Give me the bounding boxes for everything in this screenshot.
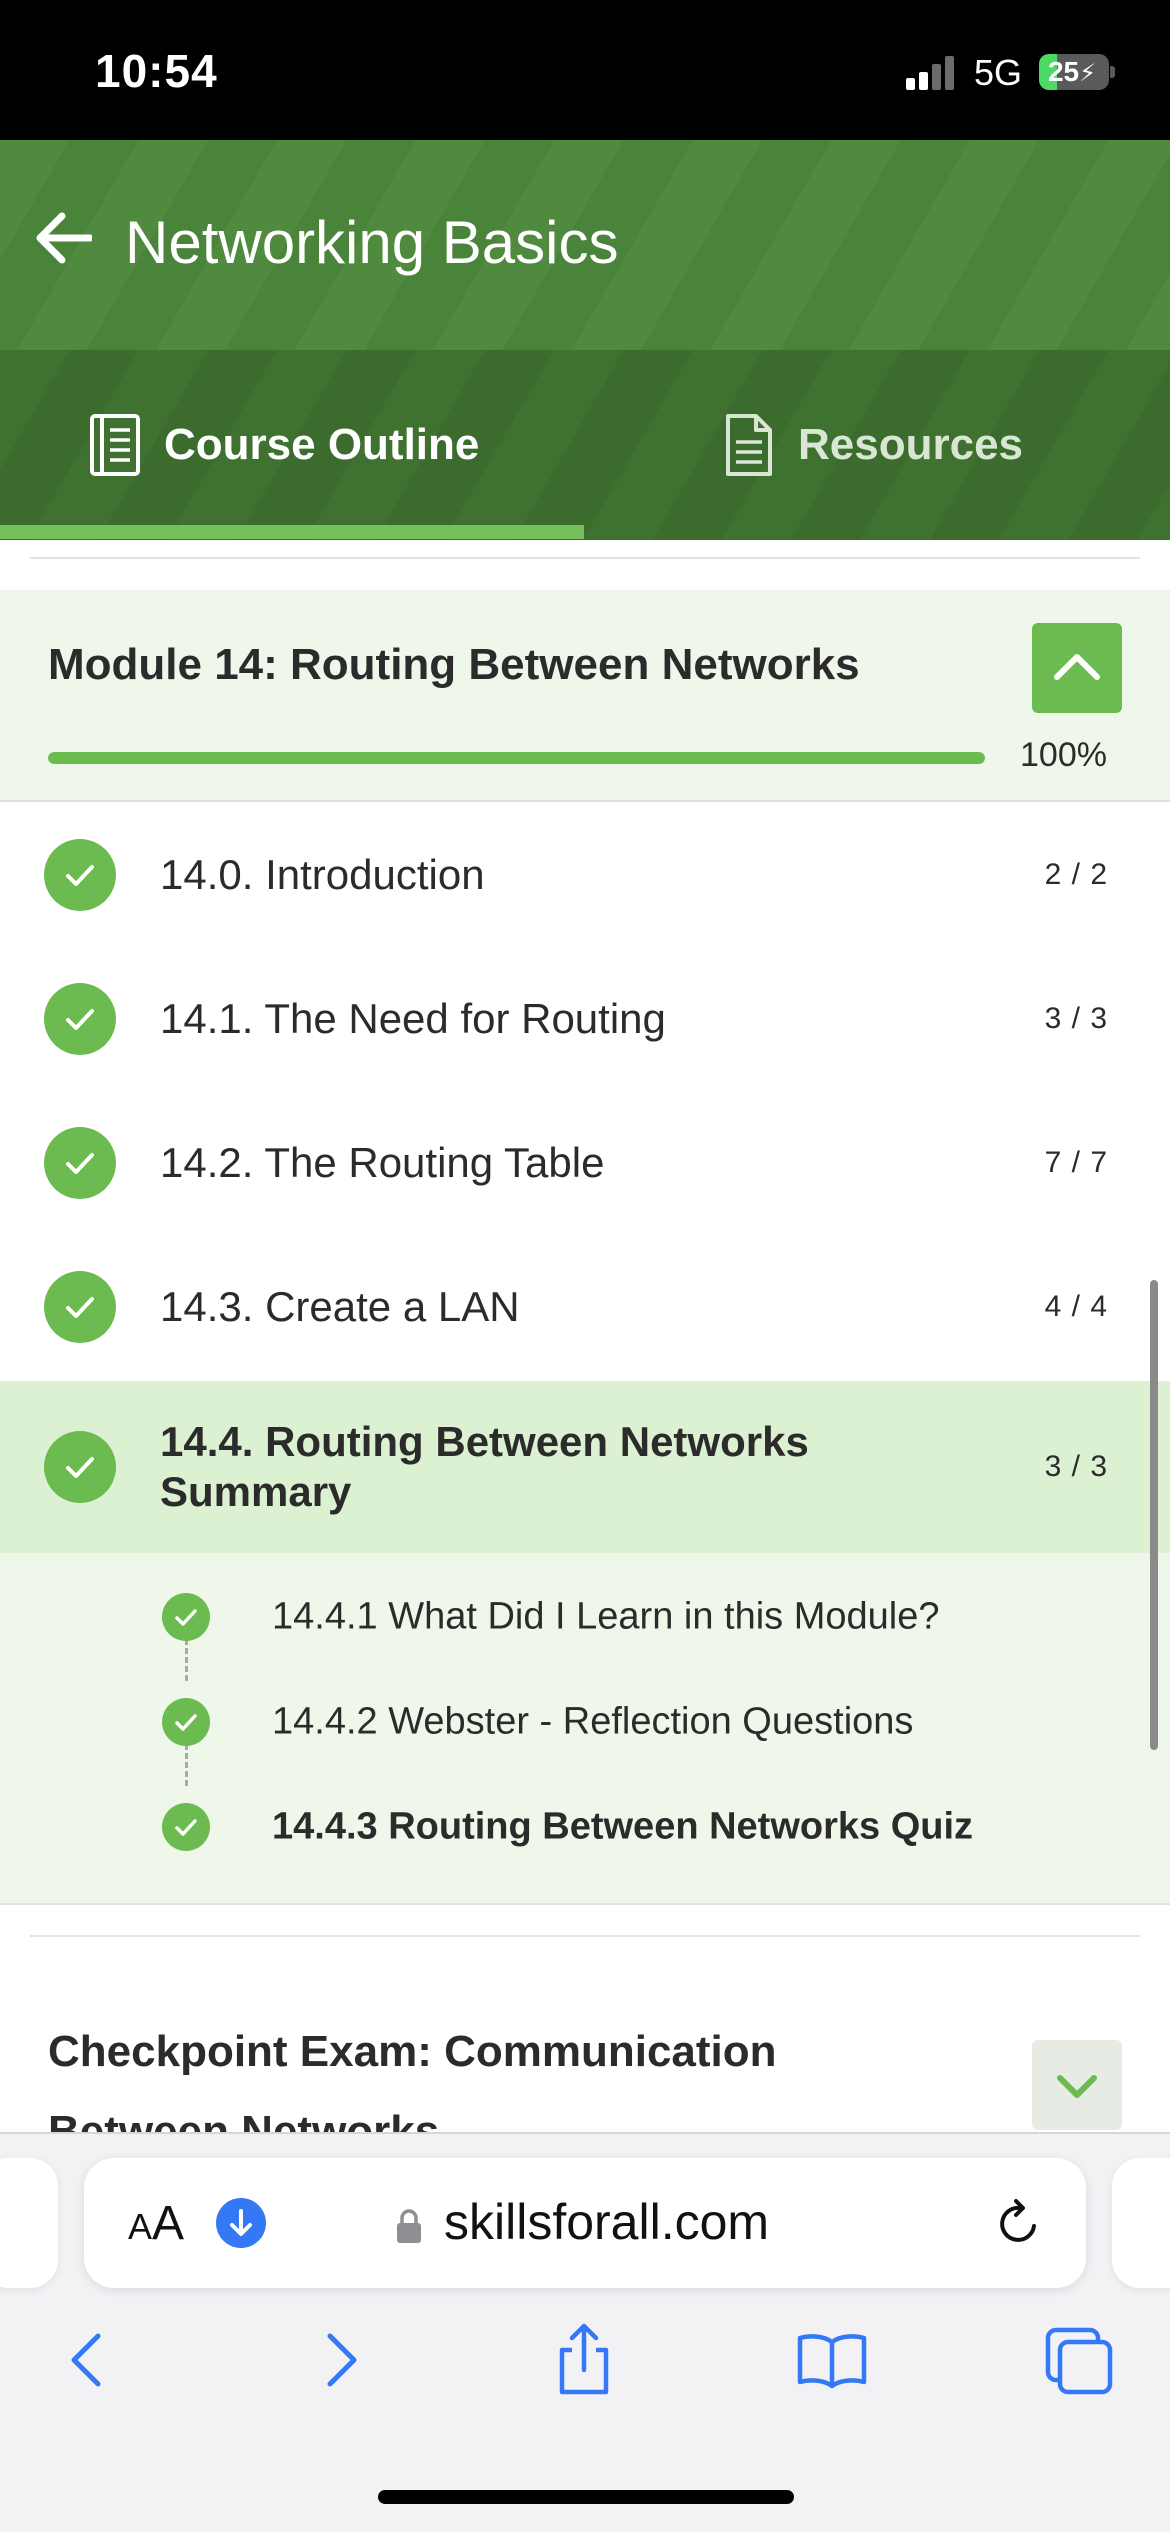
battery-icon: 25⚡ [1039, 54, 1109, 90]
subsection-item-current[interactable]: 14.4.3 Routing Between Networks Quiz [0, 1787, 1170, 1867]
section-label: 14.4. Routing Between Networks Summary [160, 1418, 809, 1515]
check-circle-icon [44, 1271, 116, 1343]
module-title: Module 14: Routing Between Networks [48, 640, 860, 689]
tab-course-outline[interactable]: Course Outline [88, 350, 479, 540]
open-book-icon [797, 2334, 867, 2389]
section-row-active[interactable]: 14.4. Routing Between Networks Summary 3… [0, 1381, 1170, 1553]
check-circle-icon [44, 1127, 116, 1199]
page-title: Networking Basics [125, 209, 619, 276]
check-circle-icon [162, 1593, 210, 1641]
module-progress-percent: 100% [1020, 736, 1107, 774]
bookmarks-button[interactable] [792, 2320, 872, 2400]
check-circle-icon [44, 983, 116, 1055]
chevron-right-icon [327, 2333, 357, 2387]
share-icon [559, 2323, 609, 2395]
home-indicator [378, 2490, 794, 2504]
active-tab-indicator [0, 525, 584, 539]
section-row[interactable]: 14.1. The Need for Routing 3 / 3 [0, 947, 1170, 1091]
battery-level: 25⚡ [1047, 56, 1096, 87]
section-label: 14.1. The Need for Routing [160, 995, 666, 1042]
previous-tab-preview[interactable] [0, 2158, 58, 2288]
back-button[interactable] [36, 212, 94, 264]
back-nav-button[interactable] [48, 2320, 128, 2400]
forward-nav-button[interactable] [300, 2320, 380, 2400]
document-icon [726, 414, 772, 476]
check-circle-icon [162, 1803, 210, 1851]
section-count: 4 / 4 [1044, 1290, 1108, 1323]
tab-label-resources: Resources [798, 420, 1024, 469]
cellular-signal-icon [906, 54, 956, 90]
section-count: 7 / 7 [1044, 1146, 1108, 1179]
collapse-module-button[interactable] [1032, 623, 1122, 713]
section-row[interactable]: 14.3. Create a LAN 4 / 4 [0, 1235, 1170, 1379]
subsection-item[interactable]: 14.4.2 Webster - Reflection Questions [0, 1682, 1170, 1762]
chevron-left-icon [71, 2333, 101, 2387]
tab-resources[interactable]: Resources [722, 350, 1023, 540]
arrow-left-icon [36, 212, 94, 264]
module-progress-fill [48, 752, 985, 764]
section-count: 2 / 2 [1044, 858, 1108, 891]
share-button[interactable] [544, 2320, 624, 2400]
section-label: 14.3. Create a LAN [160, 1283, 520, 1330]
section-label: 14.2. The Routing Table [160, 1139, 605, 1186]
section-count: 3 / 3 [1044, 1450, 1108, 1483]
section-row[interactable]: 14.2. The Routing Table 7 / 7 [0, 1091, 1170, 1235]
status-bar: 10:54 5G 25⚡ [0, 0, 1170, 140]
check-circle-icon [44, 839, 116, 911]
divider [30, 557, 1140, 559]
divider [30, 1935, 1140, 1937]
book-outline-icon [90, 414, 140, 476]
reader-settings-button[interactable]: AA [128, 2196, 184, 2251]
lock-icon [394, 2208, 424, 2244]
section-label: 14.0. Introduction [160, 851, 485, 898]
status-time: 10:54 [95, 45, 218, 97]
reload-icon[interactable] [990, 2196, 1046, 2252]
check-circle-icon [44, 1431, 116, 1503]
subsection-label: 14.4.1 What Did I Learn in this Module? [272, 1595, 940, 1638]
subsection-label: 14.4.3 Routing Between Networks Quiz [272, 1805, 974, 1848]
subsection-list: 14.4.1 What Did I Learn in this Module? … [0, 1553, 1170, 1905]
next-tab-preview[interactable] [1112, 2158, 1170, 2288]
module-progress-bar [48, 752, 985, 764]
module-header[interactable] [0, 590, 1170, 802]
subsection-item[interactable]: 14.4.1 What Did I Learn in this Module? [0, 1577, 1170, 1657]
network-type: 5G [974, 52, 1023, 93]
section-row[interactable]: 14.0. Introduction 2 / 2 [0, 803, 1170, 947]
download-icon[interactable] [216, 2198, 266, 2248]
tabs-button[interactable] [1040, 2320, 1120, 2400]
tab-bar: Course Outline Resources [0, 350, 1170, 540]
expand-module-button[interactable] [1032, 2040, 1122, 2130]
check-circle-icon [162, 1698, 210, 1746]
url-text[interactable]: skillsforall.com [444, 2193, 769, 2251]
chevron-up-icon [1054, 654, 1100, 680]
battery-nub [1110, 66, 1115, 78]
tabs-icon [1045, 2327, 1113, 2395]
tab-label-course-outline: Course Outline [164, 420, 480, 469]
scrollbar[interactable] [1150, 1280, 1158, 1750]
chevron-down-icon [1057, 2075, 1097, 2098]
subsection-label: 14.4.2 Webster - Reflection Questions [272, 1700, 914, 1743]
section-count: 3 / 3 [1044, 1002, 1108, 1035]
